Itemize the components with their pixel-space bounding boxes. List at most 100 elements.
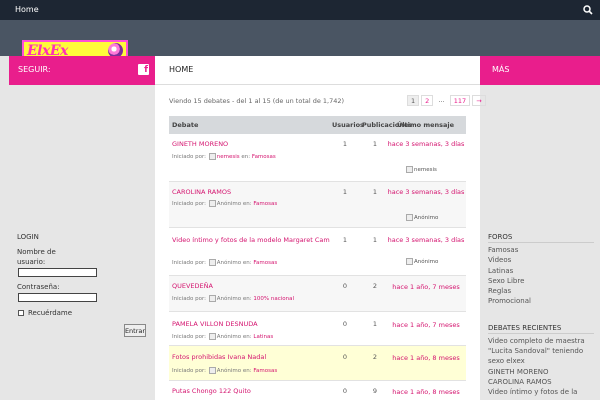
voice-count: 0 xyxy=(342,387,348,395)
page-next[interactable]: → xyxy=(472,95,486,106)
voice-count: 0 xyxy=(342,320,348,328)
remember-checkbox[interactable] xyxy=(18,310,24,316)
topic-title[interactable]: Putas Chongo 122 Quito xyxy=(172,387,330,395)
voice-count: 0 xyxy=(342,282,348,290)
topics-count: Viendo 15 debates - del 1 al 15 (de un t… xyxy=(169,97,345,105)
forum-link[interactable]: Videos xyxy=(488,256,511,264)
more-label[interactable]: MÁS xyxy=(492,65,509,74)
password-field[interactable] xyxy=(18,293,97,302)
voice-count: 0 xyxy=(342,353,348,361)
recent-topic-link[interactable]: Video completo de maestra xyxy=(488,337,585,345)
forums-title: FOROS xyxy=(488,233,513,241)
freshness-link[interactable]: hace 3 semanas, 3 días xyxy=(387,187,465,197)
freshness-link[interactable]: hace 3 semanas, 3 días xyxy=(387,235,465,245)
forum-link[interactable]: Sexo Libre xyxy=(488,277,524,285)
pagination: 1 2 … 117 → xyxy=(407,95,486,106)
forum-link[interactable]: Latinas xyxy=(488,267,513,275)
avatar xyxy=(406,258,413,265)
avatar xyxy=(208,367,216,374)
header-freshness: Último mensaje xyxy=(397,121,455,129)
forum-link[interactable]: Promocional xyxy=(488,297,531,305)
recent-topics-title: DEBATES RECIENTES xyxy=(488,324,562,332)
topic-title[interactable]: QUEVEDEÑA xyxy=(172,282,330,290)
topic-meta: Iniciado por: Anónimo en: Famosas xyxy=(172,367,278,374)
page-ellipsis: … xyxy=(438,96,445,104)
more-bar: MÁS xyxy=(480,56,600,85)
post-count: 2 xyxy=(372,282,378,290)
table-row: QUEVEDEÑA Iniciado por: Anónimo en: 100%… xyxy=(169,276,466,312)
topic-title[interactable]: CAROLINA RAMOS xyxy=(172,188,330,196)
follow-label: SEGUIR: xyxy=(18,65,51,74)
header-voices: Usuarios xyxy=(332,121,364,129)
avatar xyxy=(208,295,216,302)
header-topic: Debate xyxy=(172,121,199,129)
post-count: 1 xyxy=(372,320,378,328)
table-header: Debate Usuarios Publicaciones Último men… xyxy=(169,116,466,134)
topic-meta: Iniciado por: nemesis en: Famosas xyxy=(172,153,276,160)
topic-title[interactable]: Video íntimo y fotos de la modelo Margar… xyxy=(172,236,330,244)
avatar xyxy=(208,200,216,207)
voice-count: 1 xyxy=(342,140,348,148)
topic-meta: Iniciado por: Anónimo en: Famosas xyxy=(172,259,278,266)
page-2[interactable]: 2 xyxy=(421,95,434,106)
divider xyxy=(488,242,594,243)
username-field[interactable] xyxy=(18,268,97,277)
last-poster: Anónimo xyxy=(406,214,438,221)
login-button[interactable]: Entrar xyxy=(124,324,146,337)
recent-topic-link[interactable]: GINETH MORENO xyxy=(488,368,549,376)
topic-meta: Iniciado por: Anónimo en: Famosas xyxy=(172,200,278,207)
topic-meta: Iniciado por: Anónimo en: 100% nacional xyxy=(172,295,295,302)
recent-topic-link[interactable]: Video íntimo y fotos de la xyxy=(488,388,577,396)
avatar xyxy=(406,166,413,173)
topic-meta: Iniciado por: Anónimo en: Latinas xyxy=(172,333,274,340)
freshness-link[interactable]: hace 1 año, 8 meses xyxy=(387,387,465,397)
topic-title[interactable]: PAMELA VILLON DESNUDA xyxy=(172,320,330,328)
freshness-link[interactable]: hace 3 semanas, 3 días xyxy=(387,139,465,149)
post-count: 1 xyxy=(372,236,378,244)
breadcrumb: HOME xyxy=(155,56,480,85)
table-row: Putas Chongo 122 Quito 0 9 hace 1 año, 8… xyxy=(169,381,466,400)
follow-bar: SEGUIR: f xyxy=(9,56,155,85)
search-button[interactable] xyxy=(576,0,600,20)
search-icon xyxy=(583,5,593,15)
table-row: Video íntimo y fotos de la modelo Margar… xyxy=(169,228,466,276)
avatar xyxy=(208,333,216,340)
post-count: 1 xyxy=(372,140,378,148)
main-content: HOME Viendo 15 debates - del 1 al 15 (de… xyxy=(155,56,486,400)
table-row: GINETH MORENO Iniciado por: nemesis en: … xyxy=(169,134,466,182)
login-title: LOGIN xyxy=(17,233,39,241)
remember-label: Recuérdame xyxy=(28,309,73,317)
post-count: 2 xyxy=(372,353,378,361)
recent-topic-link[interactable]: sexo elxex xyxy=(488,357,525,365)
avatar xyxy=(208,259,216,266)
top-navbar: Home xyxy=(0,0,600,20)
table-row: Fotos prohibidas Ivana Nadal Iniciado po… xyxy=(169,346,466,381)
freshness-link[interactable]: hace 1 año, 7 meses xyxy=(387,282,465,292)
page-1: 1 xyxy=(407,95,420,106)
divider xyxy=(488,333,594,334)
voice-count: 1 xyxy=(342,188,348,196)
avatar xyxy=(406,214,413,221)
nav-home-link[interactable]: Home xyxy=(15,5,39,14)
recent-topic-link[interactable]: CAROLINA RAMOS xyxy=(488,378,552,386)
page-last[interactable]: 117 xyxy=(449,95,471,106)
password-label: Contraseña: xyxy=(17,283,60,291)
topic-title[interactable]: Fotos prohibidas Ivana Nadal xyxy=(172,353,330,361)
post-count: 9 xyxy=(372,387,378,395)
avatar xyxy=(208,153,216,160)
freshness-link[interactable]: hace 1 año, 8 meses xyxy=(387,353,465,363)
last-poster: Anónimo xyxy=(406,258,438,265)
table-row: CAROLINA RAMOS Iniciado por: Anónimo en:… xyxy=(169,182,466,228)
post-count: 1 xyxy=(372,188,378,196)
freshness-link[interactable]: hace 1 año, 7 meses xyxy=(387,320,465,330)
last-poster: nemesis xyxy=(406,166,437,173)
topics-table: Debate Usuarios Publicaciones Último men… xyxy=(169,116,466,400)
topic-title[interactable]: GINETH MORENO xyxy=(172,140,330,148)
facebook-icon[interactable]: f xyxy=(138,64,149,75)
voice-count: 1 xyxy=(342,236,348,244)
recent-topic-link[interactable]: "Lucita Sandoval" teniendo xyxy=(488,347,583,355)
forum-link[interactable]: Reglas xyxy=(488,287,511,295)
table-row: PAMELA VILLON DESNUDA Iniciado por: Anón… xyxy=(169,312,466,346)
forum-link[interactable]: Famosas xyxy=(488,246,518,254)
tab-home[interactable]: HOME xyxy=(169,65,193,74)
